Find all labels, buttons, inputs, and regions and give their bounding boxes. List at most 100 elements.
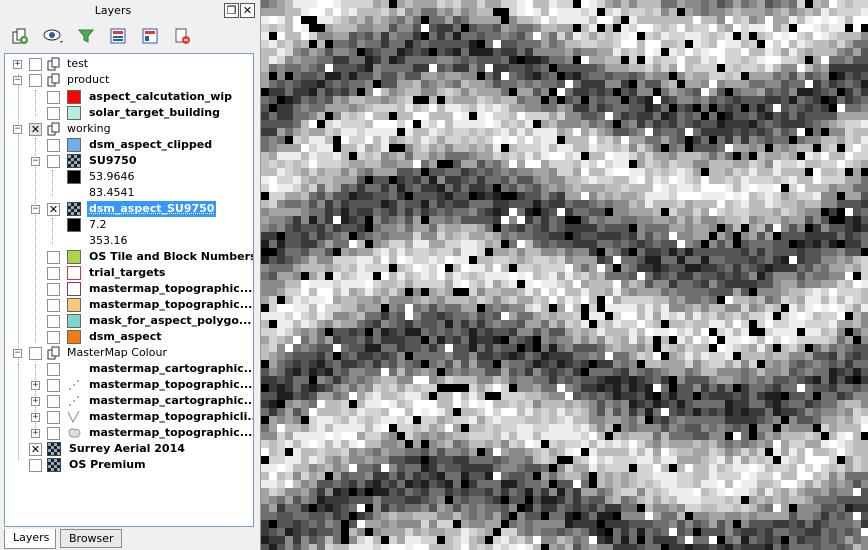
layer-trial-targets[interactable]: trial_targets	[5, 265, 253, 281]
line-symbol-icon	[67, 410, 80, 424]
visibility-checkbox[interactable]: ✕	[47, 203, 60, 216]
layer-label: mastermap_topographicli...	[89, 410, 254, 423]
layers-toolbar	[4, 22, 254, 50]
layer-symbol-swatch	[67, 330, 81, 344]
layer-label: dsm_aspect_SU9750	[87, 201, 217, 217]
layer-group-mastermap-colour[interactable]: − MasterMap Colour	[5, 345, 253, 361]
collapse-toggle[interactable]: −	[13, 125, 22, 134]
collapse-toggle[interactable]: −	[13, 76, 22, 85]
group-icon	[47, 122, 60, 136]
layer-label: working	[67, 122, 111, 135]
expand-all-button[interactable]	[106, 24, 130, 48]
layer-group-working[interactable]: − ✕ working	[5, 121, 253, 137]
collapse-toggle[interactable]: −	[13, 349, 22, 358]
visibility-checkbox[interactable]	[29, 74, 42, 87]
legend-color-swatch	[67, 218, 81, 232]
remove-layer-icon	[175, 28, 190, 44]
layer-label: MasterMap Colour	[67, 346, 167, 359]
layer-os-tile-block-numbers[interactable]: OS Tile and Block Numbers	[5, 249, 253, 265]
visibility-checkbox[interactable]	[47, 251, 60, 264]
expand-toggle[interactable]: +	[31, 413, 40, 422]
group-icon	[47, 57, 60, 71]
layer-label: product	[67, 73, 110, 86]
collapse-all-icon	[142, 28, 158, 44]
layer-dsm-aspect-clipped[interactable]: dsm_aspect_clipped	[5, 137, 253, 153]
visibility-checkbox[interactable]	[47, 379, 60, 392]
expand-toggle[interactable]: +	[31, 429, 40, 438]
visibility-checkbox[interactable]	[47, 331, 60, 344]
visibility-checkbox[interactable]	[29, 347, 42, 360]
layer-label: mastermap_topographic...	[89, 426, 253, 439]
tab-browser[interactable]: Browser	[60, 529, 122, 548]
visibility-checkbox[interactable]	[47, 299, 60, 312]
layer-su9750[interactable]: − SU9750	[5, 153, 253, 169]
layer-symbol-swatch	[67, 138, 81, 152]
expand-toggle[interactable]: +	[13, 60, 22, 69]
layer-symbol-swatch	[67, 90, 81, 104]
float-panel-button[interactable]: ❐	[224, 3, 239, 18]
visibility-checkbox[interactable]	[47, 411, 60, 424]
layer-mastermap-cartographic-1[interactable]: mastermap_cartographic...	[5, 361, 253, 377]
layer-mastermap-topographic-3[interactable]: + mastermap_topographic...	[5, 377, 253, 393]
layer-dsm-aspect[interactable]: dsm_aspect	[5, 329, 253, 345]
layer-label: Surrey Aerial 2014	[69, 442, 185, 455]
legend-item: 353.16	[5, 233, 253, 249]
add-group-button[interactable]	[8, 24, 32, 48]
visibility-checkbox[interactable]	[47, 107, 60, 120]
visibility-checkbox[interactable]	[47, 363, 60, 376]
layer-mask-for-aspect-polygon[interactable]: mask_for_aspect_polygo...	[5, 313, 253, 329]
layer-symbol-swatch	[67, 298, 81, 312]
layer-surrey-aerial-2014[interactable]: ✕ Surrey Aerial 2014	[5, 441, 253, 457]
layer-os-premium[interactable]: OS Premium	[5, 457, 253, 473]
filter-legend-button[interactable]	[74, 24, 98, 48]
close-panel-button[interactable]: ✕	[240, 3, 255, 18]
layer-mastermap-topographic-1[interactable]: mastermap_topographic...	[5, 281, 253, 297]
legend-value: 83.4541	[89, 186, 135, 199]
visibility-checkbox[interactable]	[47, 315, 60, 328]
layer-group-test[interactable]: + test	[5, 56, 253, 72]
layer-label: dsm_aspect	[89, 330, 162, 343]
visibility-checkbox[interactable]	[47, 267, 60, 280]
layer-mastermap-topographicli[interactable]: + mastermap_topographicli...	[5, 409, 253, 425]
point-symbol-icon	[69, 396, 79, 406]
collapse-all-button[interactable]	[138, 24, 162, 48]
layer-label: mastermap_topographic...	[89, 298, 253, 311]
visibility-checkbox[interactable]	[47, 155, 60, 168]
map-canvas[interactable]	[260, 0, 868, 550]
legend-color-swatch	[67, 170, 81, 184]
layer-mastermap-topographic-2[interactable]: mastermap_topographic...	[5, 297, 253, 313]
layer-symbol-swatch	[67, 106, 81, 120]
tab-layers[interactable]: Layers	[4, 529, 56, 549]
layer-group-product[interactable]: − product	[5, 72, 253, 88]
group-icon	[47, 346, 60, 360]
raster-icon	[47, 442, 61, 456]
layer-label: SU9750	[89, 154, 137, 167]
aspect-raster-render	[261, 0, 868, 550]
visibility-checkbox[interactable]	[47, 91, 60, 104]
visibility-checkbox[interactable]	[47, 427, 60, 440]
layer-aspect-calcutation-wip[interactable]: aspect_calcutation_wip	[5, 89, 253, 105]
manage-visibility-button[interactable]	[42, 24, 66, 48]
visibility-checkbox[interactable]	[47, 139, 60, 152]
visibility-checkbox[interactable]	[47, 283, 60, 296]
layer-mastermap-cartographic-2[interactable]: + mastermap_cartographic...	[5, 393, 253, 409]
layer-label: aspect_calcutation_wip	[89, 90, 233, 103]
collapse-toggle[interactable]: −	[31, 157, 40, 166]
remove-layer-button[interactable]	[170, 24, 194, 48]
visibility-checkbox[interactable]: ✕	[29, 123, 42, 136]
polygon-symbol-icon	[68, 428, 81, 438]
layer-label: mastermap_topographic...	[89, 378, 253, 391]
visibility-checkbox[interactable]	[47, 395, 60, 408]
expand-toggle[interactable]: +	[31, 397, 40, 406]
layer-dsm-aspect-su9750[interactable]: − ✕ dsm_aspect_SU9750	[5, 201, 253, 217]
layer-solar-target-building[interactable]: solar_target_building	[5, 105, 253, 121]
layer-label: dsm_aspect_clipped	[89, 138, 213, 151]
visibility-checkbox[interactable]	[29, 459, 42, 472]
visibility-checkbox[interactable]: ✕	[29, 443, 42, 456]
collapse-toggle[interactable]: −	[31, 205, 40, 214]
visibility-checkbox[interactable]	[29, 58, 42, 71]
layer-mastermap-topographic-4[interactable]: + mastermap_topographic...	[5, 425, 253, 441]
layer-label: OS Premium	[69, 458, 146, 471]
expand-toggle[interactable]: +	[31, 381, 40, 390]
legend-item: 53.9646	[5, 169, 253, 185]
